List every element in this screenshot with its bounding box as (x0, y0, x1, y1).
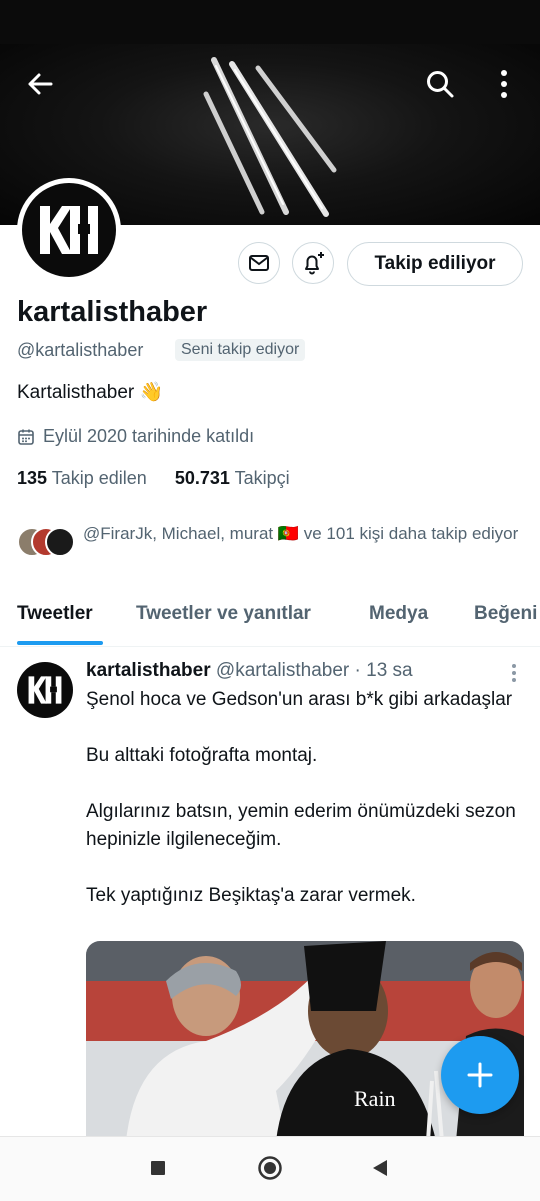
avatar (45, 527, 75, 557)
search-button[interactable] (420, 64, 460, 104)
profile-stats: 135 Takip edilen 50.731 Takipçi (17, 468, 290, 489)
status-bar (0, 0, 540, 44)
following-link[interactable]: 135 Takip edilen (17, 468, 147, 488)
sponsor-text: Rain (354, 1086, 396, 1111)
tweet-avatar[interactable] (17, 662, 73, 718)
tweet-time: · 13 sa (354, 660, 413, 681)
tab-tweets[interactable]: Tweetler (17, 603, 93, 625)
active-tab-indicator (17, 641, 103, 645)
joined-date: Eylül 2020 tarihinde katıldı (17, 426, 254, 447)
followers-link[interactable]: 50.731 Takipçi (175, 468, 290, 488)
tab-media[interactable]: Medya (369, 603, 428, 625)
following-button[interactable]: Takip ediliyor (347, 242, 523, 286)
search-icon (427, 71, 454, 98)
system-nav-bar (0, 1136, 540, 1201)
profile-avatar[interactable] (17, 178, 121, 282)
calendar-icon (18, 429, 34, 445)
kh-logo-mark (28, 676, 62, 704)
square-icon (151, 1161, 165, 1175)
back-nav-button[interactable] (370, 1155, 390, 1181)
tweet-header: kartalisthaber @kartalisthaber · 13 sa (86, 660, 413, 682)
profile-tabs: Tweetler Tweetler ve yanıtlar Medya Beğe… (0, 598, 540, 647)
kh-logo-mark (40, 206, 98, 254)
following-count: 135 (17, 468, 48, 488)
bell-plus-icon (305, 252, 324, 275)
tweet-author-handle[interactable]: @kartalisthaber (216, 660, 349, 681)
tab-likes[interactable]: Beğeni (474, 603, 537, 625)
kh-logo (22, 183, 116, 277)
profile-name: kartalisthaber (17, 296, 208, 328)
home-button[interactable] (256, 1154, 284, 1182)
following-label: Takip edilen (51, 468, 147, 488)
arrow-left-icon (28, 73, 53, 95)
plus-icon (467, 1062, 493, 1088)
recents-button[interactable] (148, 1155, 168, 1181)
compose-tweet-button[interactable] (441, 1036, 519, 1114)
more-vertical-icon (512, 664, 516, 682)
tweet-text: Şenol hoca ve Gedson'un arası b*k gibi a… (86, 689, 516, 906)
follows-you-badge: Seni takip ediyor (175, 339, 306, 361)
profile-bio: Kartalisthaber 👋 (17, 382, 164, 403)
notify-button[interactable] (292, 242, 334, 284)
message-button[interactable] (238, 242, 280, 284)
followers-count: 50.731 (174, 468, 230, 488)
more-vertical-icon (501, 70, 507, 98)
joined-text: Eylül 2020 tarihinde katıldı (43, 426, 255, 446)
tweet-more-button[interactable] (505, 660, 523, 686)
followers-you-know-text: @FirarJk, Michael, murat 🇵🇹 ve 101 kişi … (83, 524, 519, 543)
back-button[interactable] (20, 64, 60, 104)
tweet-author-name[interactable]: kartalisthaber (86, 660, 211, 681)
mail-icon (249, 255, 269, 271)
circle-icon (258, 1156, 282, 1180)
triangle-back-icon (373, 1160, 387, 1176)
tab-tweets-replies[interactable]: Tweetler ve yanıtlar (136, 603, 311, 625)
profile-handle: @kartalisthaber (17, 340, 144, 360)
followers-label: Takipçi (234, 468, 290, 488)
more-button[interactable] (490, 64, 518, 104)
